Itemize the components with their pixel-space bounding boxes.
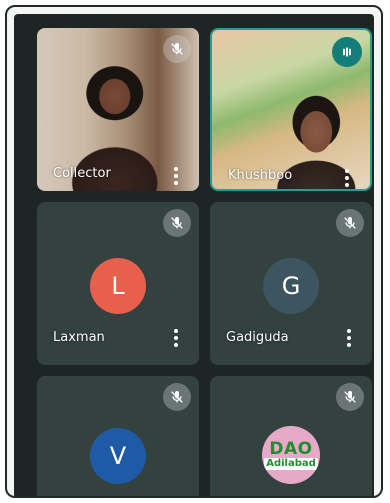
participant-tile-laxman[interactable]: L Laxman — [37, 202, 199, 365]
participant-name: Laxman — [53, 330, 105, 345]
meeting-grid: Collector Khushboo L Laxman G Gadiguda V… — [14, 14, 374, 496]
audio-level-icon — [332, 37, 362, 67]
mic-off-icon — [163, 209, 191, 237]
participant-tile-khushboo[interactable]: Khushboo — [210, 28, 372, 191]
participant-tile-gadiguda[interactable]: G Gadiguda — [210, 202, 372, 365]
participant-tile-v[interactable]: V — [37, 376, 199, 496]
more-vert-icon[interactable] — [341, 166, 353, 189]
participant-name: Collector — [53, 166, 111, 181]
mic-off-icon — [163, 35, 191, 63]
more-vert-icon[interactable] — [170, 326, 182, 350]
mic-off-icon — [336, 209, 364, 237]
mic-off-icon — [163, 383, 191, 411]
participant-name: Gadiguda — [226, 330, 289, 345]
avatar: G — [263, 258, 319, 314]
dao-adilabad-logo: DAO Adilabad — [262, 426, 320, 484]
more-vert-icon[interactable] — [343, 326, 355, 350]
avatar: V — [90, 428, 146, 484]
avatar: L — [90, 258, 146, 314]
mic-off-icon — [336, 383, 364, 411]
participant-name: Khushboo — [228, 168, 293, 183]
more-vert-icon[interactable] — [170, 164, 182, 188]
participant-tile-dao-adilabad[interactable]: DAO Adilabad — [210, 376, 372, 496]
logo-subtext: Adilabad — [264, 457, 318, 470]
participant-tile-collector[interactable]: Collector — [37, 28, 199, 191]
logo-text: DAO — [269, 438, 313, 459]
screenshot-frame: Collector Khushboo L Laxman G Gadiguda V… — [5, 5, 383, 498]
